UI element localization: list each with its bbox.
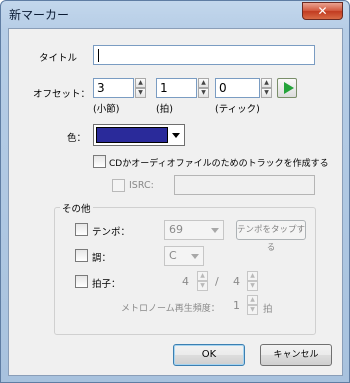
cancel-button[interactable]: キャンセル — [260, 344, 332, 366]
spin-up-icon[interactable]: ▲ — [135, 78, 146, 88]
time-signature-label: 拍子： — [92, 279, 121, 290]
time-signature-checkbox[interactable] — [75, 275, 88, 288]
key-value: C — [169, 249, 177, 262]
title-label: タイトル — [39, 53, 78, 64]
window-title: 新マーカー — [9, 8, 70, 22]
offset-tick-caption: (ティック) — [215, 104, 260, 115]
isrc-input[interactable] — [174, 175, 315, 195]
metronome-spinner[interactable]: ▲ ▼ — [247, 295, 258, 315]
offset-tick-input[interactable]: 0 — [215, 78, 260, 98]
tempo-checkbox[interactable] — [75, 223, 88, 236]
cd-track-label: CDかオーディオファイルのためのトラックを作成する — [109, 159, 329, 169]
color-swatch — [96, 127, 168, 143]
time-signature-slash: / — [215, 275, 219, 288]
chevron-down-icon — [172, 133, 180, 138]
spin-up-icon[interactable]: ▲ — [247, 295, 258, 305]
ok-button[interactable]: OK — [173, 344, 245, 366]
dialog-body: タイトル オフセット： 3 ▲ ▼ (小節) 1 ▲ ▼ (拍) 0 ▲ ▼ (… — [8, 28, 343, 376]
other-group-title: その他 — [60, 201, 93, 215]
offset-measure-spinner[interactable]: ▲ ▼ — [135, 78, 146, 98]
offset-label: オフセット： — [33, 89, 91, 100]
close-button[interactable]: ✕ — [302, 2, 343, 20]
offset-tick-spinner[interactable]: ▲ ▼ — [261, 78, 272, 98]
chevron-down-icon — [211, 228, 219, 233]
spin-up-icon[interactable]: ▲ — [197, 271, 208, 281]
offset-beat-spinner[interactable]: ▲ ▼ — [198, 78, 209, 98]
metronome-label: メトロノーム再生頻度： — [121, 304, 220, 314]
metronome-value[interactable]: 1 — [233, 299, 240, 312]
tempo-combo[interactable]: 69 — [164, 220, 224, 240]
spin-down-icon[interactable]: ▼ — [247, 305, 258, 315]
key-checkbox[interactable] — [75, 249, 88, 262]
title-input[interactable] — [93, 45, 315, 65]
metronome-unit: 拍 — [263, 304, 273, 315]
play-icon — [284, 82, 294, 94]
tempo-label: テンポ： — [92, 227, 131, 238]
offset-beat-caption: (拍) — [156, 104, 173, 115]
play-button[interactable] — [277, 78, 297, 98]
spin-down-icon[interactable]: ▼ — [247, 281, 258, 291]
offset-measure-caption: (小節) — [93, 104, 120, 115]
key-label: 調： — [92, 253, 112, 264]
chevron-down-icon — [191, 254, 199, 259]
key-combo[interactable]: C — [164, 246, 204, 266]
color-label: 色： — [67, 133, 87, 144]
color-picker[interactable] — [93, 124, 185, 146]
numerator-spinner[interactable]: ▲ ▼ — [197, 271, 208, 291]
offset-measure-input[interactable]: 3 — [93, 78, 134, 98]
time-signature-numerator[interactable]: 4 — [182, 275, 189, 288]
cd-track-checkbox[interactable] — [93, 155, 106, 168]
isrc-label: ISRC: — [129, 180, 154, 191]
new-marker-dialog: 新マーカー ✕ タイトル オフセット： 3 ▲ ▼ (小節) 1 ▲ ▼ (拍)… — [0, 0, 350, 383]
denominator-spinner[interactable]: ▲ ▼ — [247, 271, 258, 291]
title-bar[interactable]: 新マーカー ✕ — [1, 1, 349, 27]
spin-up-icon[interactable]: ▲ — [198, 78, 209, 88]
tempo-value: 69 — [169, 223, 183, 236]
spin-down-icon[interactable]: ▼ — [198, 88, 209, 98]
spin-up-icon[interactable]: ▲ — [261, 78, 272, 88]
spin-down-icon[interactable]: ▼ — [261, 88, 272, 98]
spin-down-icon[interactable]: ▼ — [135, 88, 146, 98]
spin-up-icon[interactable]: ▲ — [247, 271, 258, 281]
text-caret — [98, 49, 99, 62]
time-signature-denominator[interactable]: 4 — [233, 275, 240, 288]
offset-beat-input[interactable]: 1 — [156, 78, 197, 98]
spin-down-icon[interactable]: ▼ — [197, 281, 208, 291]
isrc-checkbox[interactable] — [112, 179, 125, 192]
tap-tempo-button[interactable]: テンポをタップする — [236, 220, 306, 253]
